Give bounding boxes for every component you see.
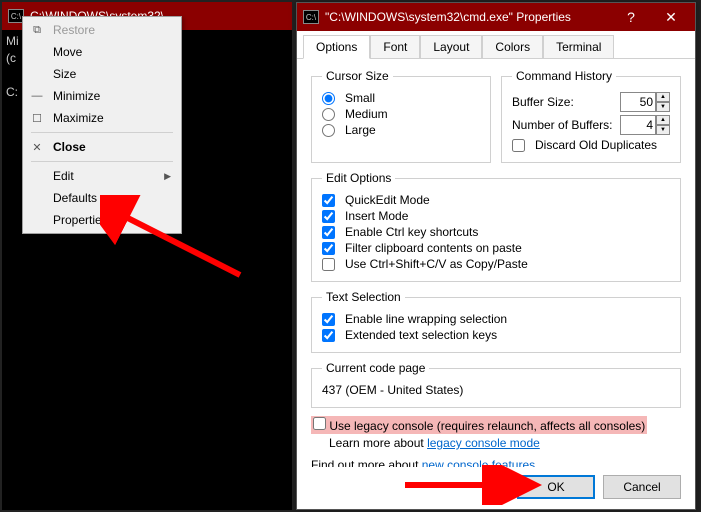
- tab-font[interactable]: Font: [370, 35, 420, 58]
- codepage-value: 437 (OEM - United States): [322, 383, 463, 397]
- cmd-icon: C:\: [303, 10, 319, 24]
- menu-size[interactable]: Size: [25, 63, 179, 85]
- quickedit-check[interactable]: [322, 194, 335, 207]
- discard-duplicates-check[interactable]: [512, 139, 525, 152]
- close-icon: ✕: [29, 141, 45, 154]
- tab-colors[interactable]: Colors: [482, 35, 543, 58]
- filter-clipboard-check[interactable]: [322, 242, 335, 255]
- new-console-features-link[interactable]: new console features: [422, 458, 535, 467]
- cursor-medium-radio[interactable]: [322, 108, 335, 121]
- num-buffers-spinner[interactable]: ▲▼: [656, 115, 670, 135]
- maximize-icon: ☐: [29, 112, 45, 125]
- menu-separator: [31, 132, 173, 133]
- dialog-close-button[interactable]: ✕: [651, 3, 691, 31]
- properties-dialog: C:\ "C:\WINDOWS\system32\cmd.exe" Proper…: [296, 2, 696, 510]
- ctrlshift-cv-check[interactable]: [322, 258, 335, 271]
- cursor-small-radio[interactable]: [322, 92, 335, 105]
- legacy-console-check[interactable]: [313, 417, 326, 430]
- dialog-titlebar[interactable]: C:\ "C:\WINDOWS\system32\cmd.exe" Proper…: [297, 3, 695, 31]
- codepage-group: Current code page 437 (OEM - United Stat…: [311, 361, 681, 408]
- cursor-size-group: Cursor Size Small Medium Large: [311, 69, 491, 163]
- line-wrap-check[interactable]: [322, 313, 335, 326]
- dialog-help-button[interactable]: ?: [611, 3, 651, 31]
- menu-separator: [31, 161, 173, 162]
- insert-mode-check[interactable]: [322, 210, 335, 223]
- menu-edit[interactable]: Edit ▶: [25, 165, 179, 187]
- ctrl-shortcuts-check[interactable]: [322, 226, 335, 239]
- ok-button[interactable]: OK: [517, 475, 595, 499]
- cursor-large-radio[interactable]: [322, 124, 335, 137]
- tab-body-options: Cursor Size Small Medium Large Command H…: [297, 59, 695, 467]
- num-buffers-input[interactable]: [620, 115, 656, 135]
- menu-maximize[interactable]: ☐ Maximize: [25, 107, 179, 129]
- chevron-right-icon: ▶: [164, 171, 171, 182]
- tab-terminal[interactable]: Terminal: [543, 35, 614, 58]
- restore-icon: ⧉: [29, 24, 45, 37]
- buffer-size-input[interactable]: [620, 92, 656, 112]
- menu-properties[interactable]: Properties: [25, 209, 179, 231]
- tab-options[interactable]: Options: [303, 35, 370, 59]
- legacy-console-link[interactable]: legacy console mode: [427, 436, 540, 450]
- ext-text-sel-check[interactable]: [322, 329, 335, 342]
- menu-minimize[interactable]: — Minimize: [25, 85, 179, 107]
- buffer-size-spinner[interactable]: ▲▼: [656, 92, 670, 112]
- edit-options-group: Edit Options QuickEdit Mode Insert Mode …: [311, 171, 681, 282]
- text-selection-group: Text Selection Enable line wrapping sele…: [311, 290, 681, 353]
- cancel-button[interactable]: Cancel: [603, 475, 681, 499]
- menu-close[interactable]: ✕ Close: [25, 136, 179, 158]
- command-history-group: Command History Buffer Size: ▲▼ Number o…: [501, 69, 681, 163]
- tab-strip: Options Font Layout Colors Terminal: [297, 31, 695, 59]
- menu-move[interactable]: Move: [25, 41, 179, 63]
- menu-defaults[interactable]: Defaults: [25, 187, 179, 209]
- menu-restore: ⧉ Restore: [25, 19, 179, 41]
- tab-layout[interactable]: Layout: [420, 35, 482, 58]
- system-context-menu: ⧉ Restore Move Size — Minimize ☐ Maximiz…: [22, 16, 182, 234]
- dialog-title: "C:\WINDOWS\system32\cmd.exe" Properties: [325, 10, 611, 24]
- dialog-button-row: OK Cancel: [297, 467, 695, 509]
- minimize-icon: —: [29, 90, 45, 102]
